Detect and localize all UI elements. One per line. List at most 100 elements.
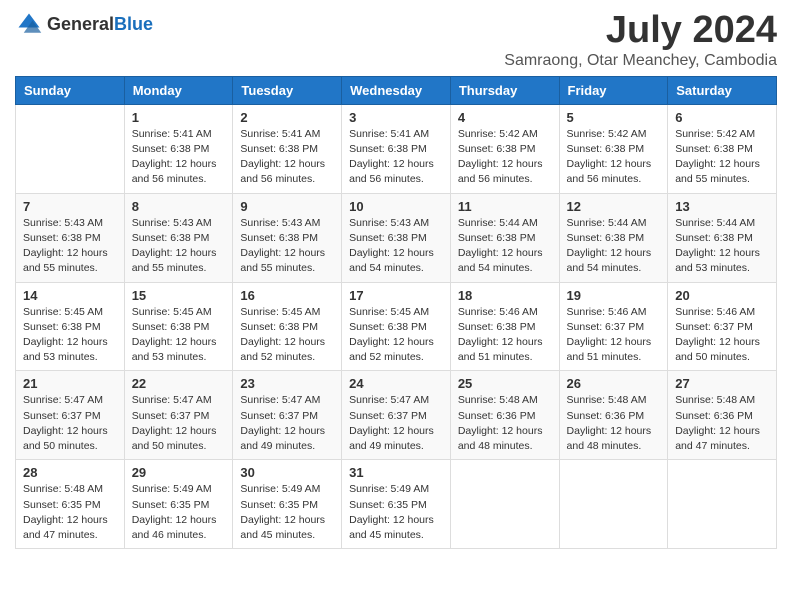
calendar-cell: 10Sunrise: 5:43 AMSunset: 6:38 PMDayligh…: [342, 193, 451, 282]
day-info: Sunrise: 5:43 AMSunset: 6:38 PMDaylight:…: [132, 216, 226, 277]
day-info: Sunrise: 5:42 AMSunset: 6:38 PMDaylight:…: [458, 127, 552, 188]
day-info: Sunrise: 5:43 AMSunset: 6:38 PMDaylight:…: [349, 216, 443, 277]
calendar-cell: 22 Sunrise: 5:47 AMSunset: 6:37 PMDayligh…: [124, 371, 233, 460]
calendar-cell: 6 Sunrise: 5:42 AMSunset: 6:38 PMDaylight…: [668, 104, 777, 193]
calendar-table: SundayMondayTuesdayWednesdayThursdayFrid…: [15, 76, 777, 549]
calendar-cell: 4 Sunrise: 5:42 AMSunset: 6:38 PMDaylight…: [450, 104, 559, 193]
calendar-cell: 12Sunrise: 5:44 AMSunset: 6:38 PMDayligh…: [559, 193, 668, 282]
calendar-week-row: 21 Sunrise: 5:47 AMSunset: 6:37 PMDayligh…: [16, 371, 777, 460]
day-info: Sunrise: 5:42 AMSunset: 6:38 PMDaylight:…: [567, 127, 661, 188]
calendar-cell: 1Sunrise: 5:41 AMSunset: 6:38 PMDaylight…: [124, 104, 233, 193]
day-info: Sunrise: 5:43 AMSunset: 6:38 PMDaylight:…: [240, 216, 334, 277]
calendar-header-row: SundayMondayTuesdayWednesdayThursdayFrid…: [16, 76, 777, 104]
day-info: Sunrise: 5:47 AMSunset: 6:37 PMDaylight:…: [23, 393, 117, 454]
calendar-cell: 16 Sunrise: 5:45 AMSunset: 6:38 PMDayligh…: [233, 282, 342, 371]
day-number: 2: [240, 110, 334, 125]
day-info: Sunrise: 5:48 AMSunset: 6:36 PMDaylight:…: [675, 393, 769, 454]
day-info: Sunrise: 5:47 AMSunset: 6:37 PMDaylight:…: [132, 393, 226, 454]
day-number: 24: [349, 376, 443, 391]
calendar-cell: 25Sunrise: 5:48 AMSunset: 6:36 PMDayligh…: [450, 371, 559, 460]
day-number: 8: [132, 199, 226, 214]
calendar-cell: 20 Sunrise: 5:46 AMSunset: 6:37 PMDayligh…: [668, 282, 777, 371]
day-info: Sunrise: 5:47 AMSunset: 6:37 PMDaylight:…: [349, 393, 443, 454]
calendar-cell: 27 Sunrise: 5:48 AMSunset: 6:36 PMDayligh…: [668, 371, 777, 460]
day-info: Sunrise: 5:45 AMSunset: 6:38 PMDaylight:…: [240, 305, 334, 366]
day-info: Sunrise: 5:44 AMSunset: 6:38 PMDaylight:…: [567, 216, 661, 277]
calendar-cell: [668, 460, 777, 549]
calendar-week-row: 14 Sunrise: 5:45 AMSunset: 6:38 PMDayligh…: [16, 282, 777, 371]
day-number: 21: [23, 376, 117, 391]
day-info: Sunrise: 5:46 AMSunset: 6:37 PMDaylight:…: [567, 305, 661, 366]
calendar-week-row: 1 Sunrise: 5:41 AMSunset: 6:38 PMDaylight…: [16, 104, 777, 193]
calendar-cell: 29 Sunrise: 5:49 AMSunset: 6:35 PMDayligh…: [124, 460, 233, 549]
calendar-header-monday: Monday: [124, 76, 233, 104]
calendar-cell: 31Sunrise: 5:49 AMSunset: 6:35 PMDayligh…: [342, 460, 451, 549]
calendar-cell: 26 Sunrise: 5:48 AMSunset: 6:36 PMDayligh…: [559, 371, 668, 460]
calendar-cell: 28 Sunrise: 5:48 AMSunset: 6:35 PMDayligh…: [16, 460, 125, 549]
day-number: 17: [349, 288, 443, 303]
day-number: 11: [458, 199, 552, 214]
day-number: 27: [675, 376, 769, 391]
day-number: 7: [23, 199, 117, 214]
day-number: 31: [349, 465, 443, 480]
day-info: Sunrise: 5:48 AMSunset: 6:36 PMDaylight:…: [567, 393, 661, 454]
day-info: Sunrise: 5:47 AMSunset: 6:37 PMDaylight:…: [240, 393, 334, 454]
day-number: 29: [132, 465, 226, 480]
calendar-cell: 7 Sunrise: 5:43 AMSunset: 6:38 PMDaylight…: [16, 193, 125, 282]
day-info: Sunrise: 5:42 AMSunset: 6:38 PMDaylight:…: [675, 127, 769, 188]
day-info: Sunrise: 5:46 AMSunset: 6:38 PMDaylight:…: [458, 305, 552, 366]
logo-text: GeneralBlue: [47, 14, 153, 35]
header: GeneralBlue July 2024 Samraong, Otar Mea…: [15, 10, 777, 70]
day-number: 28: [23, 465, 117, 480]
calendar-header-sunday: Sunday: [16, 76, 125, 104]
day-info: Sunrise: 5:41 AMSunset: 6:38 PMDaylight:…: [240, 127, 334, 188]
calendar-header-friday: Friday: [559, 76, 668, 104]
calendar-header-thursday: Thursday: [450, 76, 559, 104]
calendar-cell: 8 Sunrise: 5:43 AMSunset: 6:38 PMDaylight…: [124, 193, 233, 282]
calendar-cell: 9 Sunrise: 5:43 AMSunset: 6:38 PMDaylight…: [233, 193, 342, 282]
calendar-cell: 19Sunrise: 5:46 AMSunset: 6:37 PMDayligh…: [559, 282, 668, 371]
logo-icon: [15, 10, 43, 38]
day-info: Sunrise: 5:44 AMSunset: 6:38 PMDaylight:…: [675, 216, 769, 277]
day-number: 16: [240, 288, 334, 303]
day-info: Sunrise: 5:44 AMSunset: 6:38 PMDaylight:…: [458, 216, 552, 277]
calendar-cell: [450, 460, 559, 549]
calendar-body: 1 Sunrise: 5:41 AMSunset: 6:38 PMDaylight…: [16, 104, 777, 548]
day-number: 26: [567, 376, 661, 391]
day-info: Sunrise: 5:48 AMSunset: 6:35 PMDaylight:…: [23, 482, 117, 543]
calendar-cell: [559, 460, 668, 549]
day-info: Sunrise: 5:45 AMSunset: 6:38 PMDaylight:…: [23, 305, 117, 366]
day-number: 6: [675, 110, 769, 125]
day-number: 25: [458, 376, 552, 391]
day-info: Sunrise: 5:46 AMSunset: 6:37 PMDaylight:…: [675, 305, 769, 366]
calendar-cell: 2 Sunrise: 5:41 AMSunset: 6:38 PMDaylight…: [233, 104, 342, 193]
day-number: 3: [349, 110, 443, 125]
day-number: 13: [675, 199, 769, 214]
day-info: Sunrise: 5:43 AMSunset: 6:38 PMDaylight:…: [23, 216, 117, 277]
day-info: Sunrise: 5:49 AMSunset: 6:35 PMDaylight:…: [240, 482, 334, 543]
day-number: 4: [458, 110, 552, 125]
day-info: Sunrise: 5:49 AMSunset: 6:35 PMDaylight:…: [132, 482, 226, 543]
day-number: 9: [240, 199, 334, 214]
calendar-cell: 30 Sunrise: 5:49 AMSunset: 6:35 PMDayligh…: [233, 460, 342, 549]
day-info: Sunrise: 5:45 AMSunset: 6:38 PMDaylight:…: [132, 305, 226, 366]
day-number: 23: [240, 376, 334, 391]
day-number: 14: [23, 288, 117, 303]
day-number: 22: [132, 376, 226, 391]
calendar-header-wednesday: Wednesday: [342, 76, 451, 104]
day-number: 20: [675, 288, 769, 303]
calendar-cell: 5 Sunrise: 5:42 AMSunset: 6:38 PMDaylight…: [559, 104, 668, 193]
day-number: 30: [240, 465, 334, 480]
calendar-cell: 3Sunrise: 5:41 AMSunset: 6:38 PMDaylight…: [342, 104, 451, 193]
day-number: 5: [567, 110, 661, 125]
calendar-cell: 13 Sunrise: 5:44 AMSunset: 6:38 PMDayligh…: [668, 193, 777, 282]
calendar-cell: [16, 104, 125, 193]
day-number: 1: [132, 110, 226, 125]
calendar-header-tuesday: Tuesday: [233, 76, 342, 104]
calendar-week-row: 7 Sunrise: 5:43 AMSunset: 6:38 PMDaylight…: [16, 193, 777, 282]
calendar-cell: 14 Sunrise: 5:45 AMSunset: 6:38 PMDayligh…: [16, 282, 125, 371]
day-info: Sunrise: 5:45 AMSunset: 6:38 PMDaylight:…: [349, 305, 443, 366]
day-number: 18: [458, 288, 552, 303]
subtitle: Samraong, Otar Meanchey, Cambodia: [504, 52, 777, 70]
title-area: July 2024 Samraong, Otar Meanchey, Cambo…: [504, 10, 777, 70]
